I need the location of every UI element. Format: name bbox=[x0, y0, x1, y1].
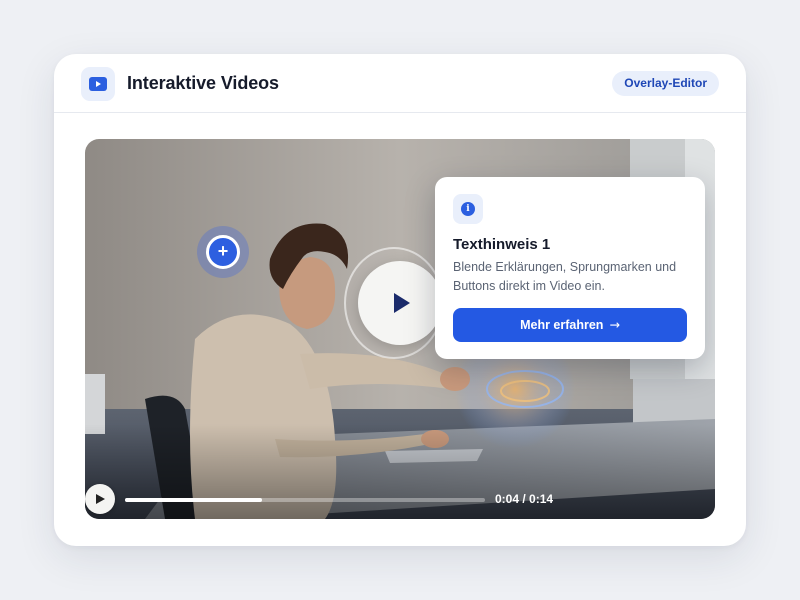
big-play-button[interactable] bbox=[344, 247, 444, 359]
arrow-right-icon: → bbox=[609, 317, 620, 332]
play-icon bbox=[394, 293, 410, 313]
add-hotspot-icon[interactable]: + bbox=[206, 235, 240, 269]
text-hint-popover: i Texthinweis 1 Blende Erklärungen, Spru… bbox=[435, 177, 705, 359]
info-icon: i bbox=[453, 194, 483, 224]
video-editor-card: Interaktive Videos Overlay-Editor + i Te… bbox=[54, 54, 746, 546]
popover-title: Texthinweis 1 bbox=[453, 236, 551, 253]
page-title: Interaktive Videos bbox=[127, 73, 279, 93]
mode-badge[interactable]: Overlay-Editor bbox=[612, 71, 719, 96]
card-header: Interaktive Videos Overlay-Editor bbox=[54, 54, 746, 113]
video-player[interactable]: + i Texthinweis 1 Blende Erklärungen, Sp… bbox=[85, 139, 715, 519]
learn-more-label: Mehr erfahren bbox=[520, 318, 604, 332]
hotspot-marker[interactable]: + bbox=[197, 226, 249, 278]
control-play-button[interactable] bbox=[85, 484, 115, 514]
progress-fill bbox=[125, 498, 262, 502]
time-display: 0:04 / 0:14 bbox=[495, 492, 554, 506]
video-controls: 0:04 / 0:14 bbox=[85, 481, 715, 519]
video-play-icon bbox=[81, 67, 115, 101]
progress-bar[interactable] bbox=[125, 498, 485, 502]
learn-more-button[interactable]: Mehr erfahren → bbox=[453, 308, 687, 342]
popover-text: Blende Erklärungen, Sprungmarken und But… bbox=[453, 260, 677, 293]
small-play-icon bbox=[96, 494, 105, 504]
play-button-circle[interactable] bbox=[358, 261, 442, 345]
